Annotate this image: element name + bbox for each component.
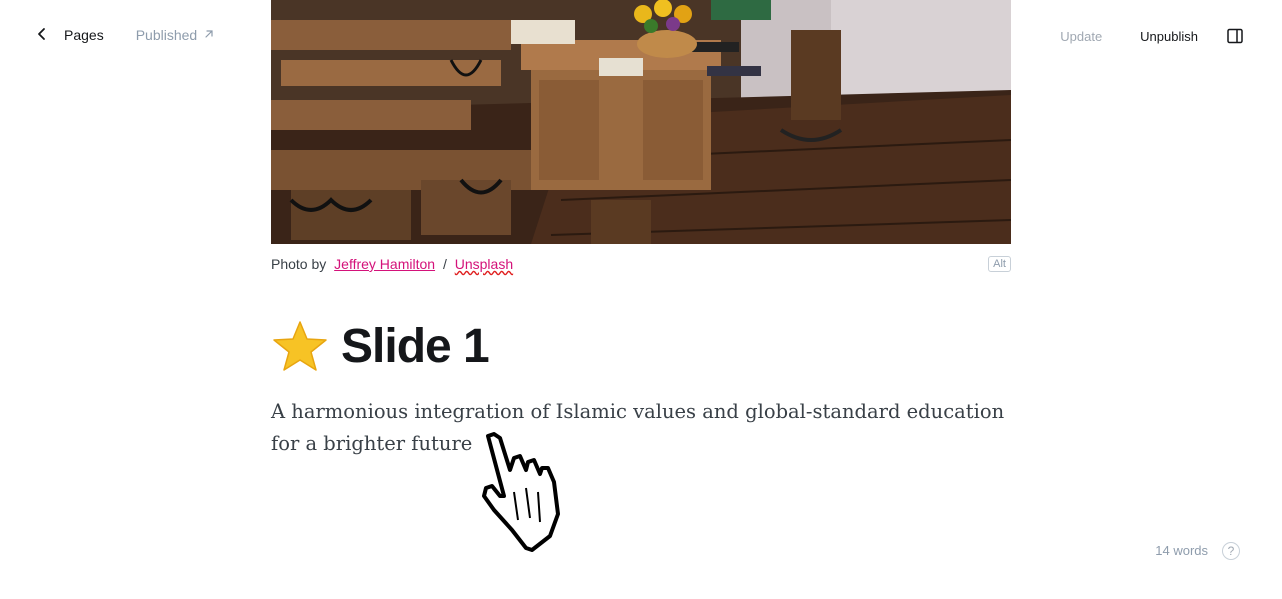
- caption-prefix: Photo by: [271, 256, 327, 272]
- back-label: Pages: [64, 27, 104, 43]
- word-count: 14 words: [1155, 543, 1208, 558]
- sidebar-toggle-icon[interactable]: [1226, 27, 1244, 45]
- help-icon[interactable]: ?: [1222, 542, 1240, 560]
- caption-separator: /: [442, 256, 447, 272]
- post-title[interactable]: Slide 1: [271, 316, 1011, 376]
- star-icon: [271, 320, 329, 372]
- back-to-pages-link[interactable]: Pages: [34, 26, 104, 45]
- image-caption-row: Photo by Jeffrey Hamilton / Unsplash Alt: [271, 244, 1011, 284]
- arrow-up-right-icon: [197, 27, 215, 43]
- source-link[interactable]: Unsplash: [455, 256, 513, 272]
- unpublish-button[interactable]: Unpublish: [1140, 29, 1198, 44]
- image-caption[interactable]: Photo by Jeffrey Hamilton / Unsplash: [271, 256, 513, 272]
- post-body-paragraph[interactable]: A harmonious integration of Islamic valu…: [271, 396, 1011, 460]
- editor: Photo by Jeffrey Hamilton / Unsplash Alt…: [271, 0, 1011, 460]
- top-bar-left: Pages Published: [34, 22, 215, 48]
- author-link[interactable]: Jeffrey Hamilton: [334, 256, 435, 272]
- alt-text-button[interactable]: Alt: [988, 256, 1011, 272]
- chevron-left-icon: [34, 26, 64, 45]
- published-status-link[interactable]: Published: [136, 27, 216, 43]
- status-label: Published: [135, 27, 198, 43]
- feature-image[interactable]: [271, 0, 1011, 244]
- update-button[interactable]: Update: [1060, 29, 1102, 44]
- top-bar-right: Update Unpublish: [1060, 22, 1244, 50]
- post-title-text: Slide 1: [341, 319, 490, 373]
